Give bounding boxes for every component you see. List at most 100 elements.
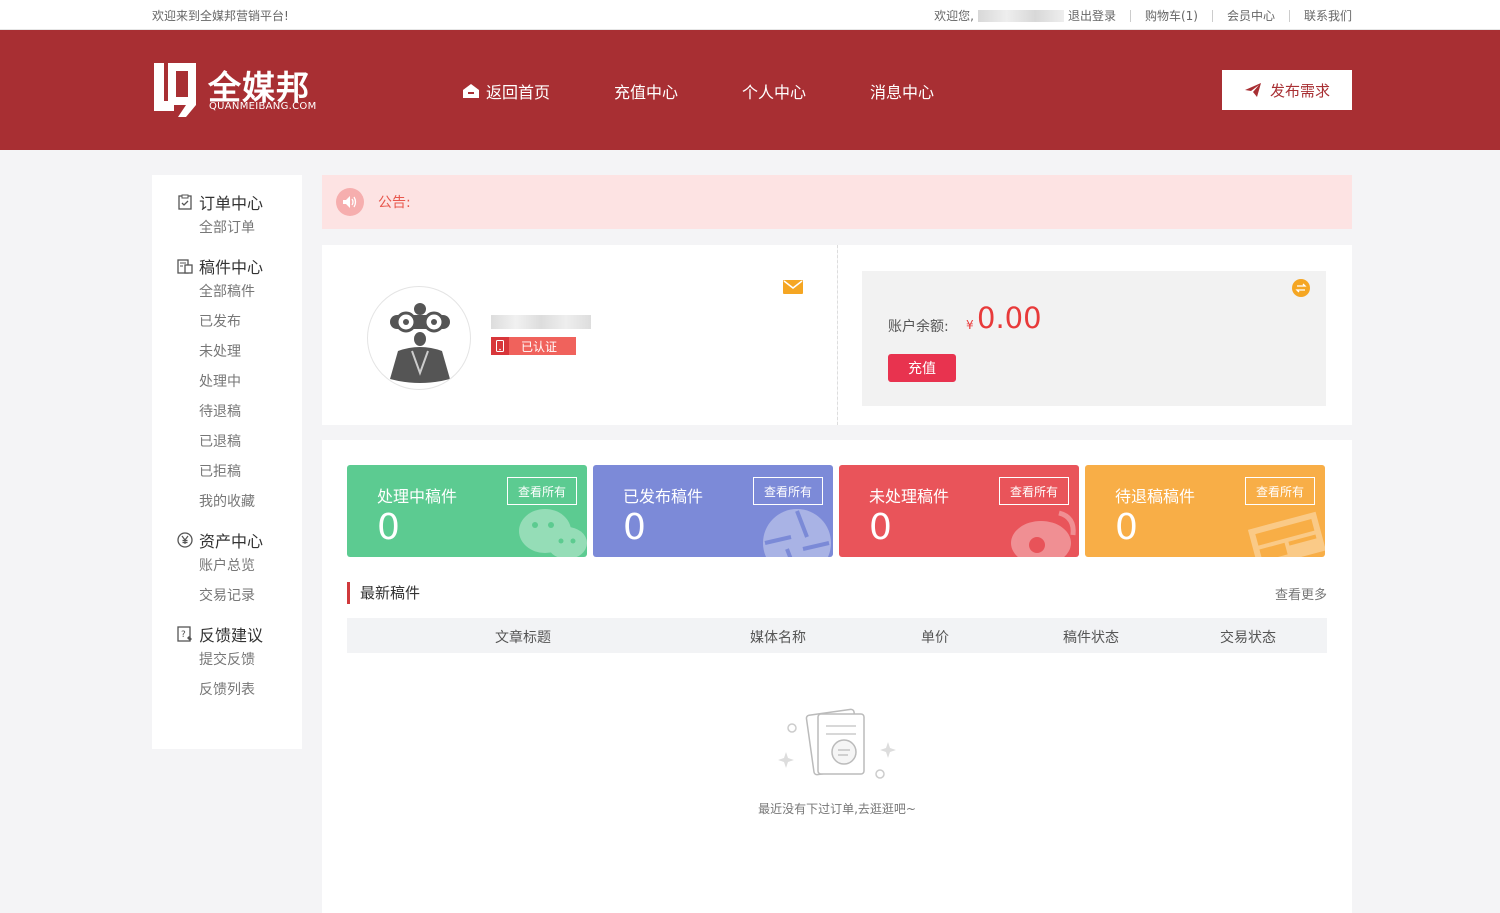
feedback-icon: ? bbox=[177, 626, 192, 642]
balance-card: 账户余额: ¥ 0.00 充值 bbox=[838, 245, 1352, 425]
home-icon bbox=[463, 84, 479, 98]
cart-link[interactable]: 购物车(1) bbox=[1145, 7, 1198, 24]
sidebar-item-published[interactable]: 已发布 bbox=[152, 307, 302, 337]
logo-mark-icon bbox=[154, 63, 196, 117]
nav-label: 返回首页 bbox=[486, 83, 551, 102]
weibo-icon bbox=[1011, 510, 1076, 557]
column-header: 稿件状态 bbox=[1063, 630, 1119, 646]
sidebar-group-label: 反馈建议 bbox=[199, 626, 264, 645]
main-header: 全媒邦 QUANMEIBANG.COM 返回首页 充值中心 个人中心 消息中心 … bbox=[0, 30, 1500, 150]
logo[interactable]: 全媒邦 QUANMEIBANG.COM bbox=[152, 61, 322, 121]
sidebar-item-rejected[interactable]: 已拒稿 bbox=[152, 457, 302, 487]
table-header: 文章标题 媒体名称 单价 稿件状态 交易状态 bbox=[347, 618, 1327, 653]
contact-link[interactable]: 联系我们 bbox=[1304, 7, 1352, 24]
stat-title: 未处理稿件 bbox=[869, 487, 950, 506]
empty-state-text: 最近没有下过订单,去逛逛吧~ bbox=[758, 802, 916, 816]
sidebar-item-feedback-list[interactable]: 反馈列表 bbox=[152, 675, 302, 705]
document-icon bbox=[177, 259, 193, 274]
sidebar-group-title: ? 反馈建议 bbox=[152, 623, 302, 645]
currency-symbol: ¥ bbox=[966, 318, 974, 332]
publish-request-button[interactable]: 发布需求 bbox=[1222, 70, 1352, 110]
view-more-link[interactable]: 查看更多 bbox=[1275, 584, 1327, 603]
wechat-icon bbox=[519, 509, 587, 557]
view-all-button[interactable]: 查看所有 bbox=[752, 477, 823, 505]
sidebar-item-account-overview[interactable]: 账户总览 bbox=[152, 551, 302, 581]
balance-label: 账户余额: bbox=[888, 319, 949, 335]
member-center-link[interactable]: 会员中心 bbox=[1227, 7, 1275, 24]
sidebar-group-label: 稿件中心 bbox=[199, 258, 264, 277]
nav-messages[interactable]: 消息中心 bbox=[870, 79, 934, 103]
view-all-button[interactable]: 查看所有 bbox=[506, 477, 577, 505]
announcement-bar: 公告: bbox=[322, 175, 1352, 229]
sidebar-group-title: 订单中心 bbox=[152, 191, 302, 213]
exchange-icon[interactable] bbox=[1292, 279, 1310, 297]
column-header: 文章标题 bbox=[495, 630, 551, 646]
sidebar-item-processing[interactable]: 处理中 bbox=[152, 367, 302, 397]
nav-home[interactable]: 返回首页 bbox=[462, 79, 550, 103]
svg-text:?: ? bbox=[181, 630, 186, 640]
sidebar-item-returned[interactable]: 已退稿 bbox=[152, 427, 302, 457]
divider bbox=[1211, 9, 1213, 22]
nav-label: 充值中心 bbox=[614, 83, 679, 102]
avatar[interactable] bbox=[367, 286, 471, 390]
nav-personal[interactable]: 个人中心 bbox=[742, 79, 806, 103]
sidebar-group-orders: 订单中心 全部订单 bbox=[152, 191, 302, 243]
avatar-image bbox=[390, 303, 450, 383]
news-icon bbox=[1247, 511, 1325, 557]
sidebar-group-title: 稿件中心 bbox=[152, 255, 302, 277]
sidebar-item-favorites[interactable]: 我的收藏 bbox=[152, 487, 302, 517]
sidebar-item-pending-return[interactable]: 待退稿 bbox=[152, 397, 302, 427]
sidebar: 订单中心 全部订单 稿件中心 全部稿件 已发布 未处理 处理中 待退稿 已退稿 … bbox=[152, 175, 302, 749]
sidebar-item-transactions[interactable]: 交易记录 bbox=[152, 581, 302, 611]
stat-card-published: 已发布稿件 0 查看所有 bbox=[593, 465, 833, 557]
sidebar-group-assets: 资产中心 账户总览 交易记录 bbox=[152, 529, 302, 611]
stat-title: 处理中稿件 bbox=[377, 487, 458, 506]
greeting-text: 欢迎您, bbox=[934, 9, 974, 23]
welcome-text: 欢迎来到全媒邦营销平台! bbox=[152, 9, 289, 23]
view-all-button[interactable]: 查看所有 bbox=[998, 477, 1069, 505]
empty-documents-icon bbox=[778, 708, 896, 779]
stat-card-processing: 处理中稿件 0 查看所有 bbox=[347, 465, 587, 557]
column-header: 单价 bbox=[921, 630, 949, 646]
publish-label: 发布需求 bbox=[1269, 81, 1330, 100]
main-panel: 处理中稿件 0 查看所有 已发布稿件 0 查看所有 未处理稿件 0 查看所有 待… bbox=[322, 440, 1352, 913]
top-bar: 欢迎来到全媒邦营销平台! 欢迎您, 退出登录 购物车(1) 会员中心 联系我们 bbox=[0, 0, 1500, 30]
main-nav: 返回首页 充值中心 个人中心 消息中心 bbox=[462, 79, 998, 103]
divider bbox=[1288, 9, 1290, 22]
verified-label: 已认证 bbox=[521, 339, 558, 354]
logout-link[interactable]: 退出登录 bbox=[1068, 7, 1116, 24]
speaker-icon bbox=[336, 188, 364, 216]
profile-card: 已认证 bbox=[322, 245, 837, 425]
stat-card-pending-return: 待退稿稿件 0 查看所有 bbox=[1085, 465, 1325, 557]
column-header: 交易状态 bbox=[1220, 630, 1276, 646]
yen-icon bbox=[177, 532, 193, 548]
sidebar-group-feedback: ? 反馈建议 提交反馈 反馈列表 bbox=[152, 623, 302, 705]
logo-domain: QUANMEIBANG.COM bbox=[209, 101, 317, 112]
stat-title: 待退稿稿件 bbox=[1115, 487, 1196, 506]
balance-panel: 账户余额: ¥ 0.00 充值 bbox=[862, 271, 1326, 406]
view-all-button[interactable]: 查看所有 bbox=[1244, 477, 1315, 505]
sidebar-group-label: 资产中心 bbox=[199, 532, 264, 551]
verified-badge: 已认证 bbox=[491, 337, 576, 355]
sidebar-group-label: 订单中心 bbox=[199, 194, 264, 213]
mail-icon[interactable] bbox=[783, 280, 803, 294]
recharge-button[interactable]: 充值 bbox=[888, 354, 956, 382]
column-header: 媒体名称 bbox=[750, 630, 806, 646]
divider bbox=[1129, 9, 1131, 22]
nav-recharge[interactable]: 充值中心 bbox=[614, 79, 678, 103]
sidebar-item-submit-feedback[interactable]: 提交反馈 bbox=[152, 645, 302, 675]
latest-manuscripts-title: 最新稿件 bbox=[347, 582, 420, 604]
sidebar-item-all-manuscripts[interactable]: 全部稿件 bbox=[152, 277, 302, 307]
sidebar-item-all-orders[interactable]: 全部订单 bbox=[152, 213, 302, 243]
top-links: 欢迎您, 退出登录 购物车(1) 会员中心 联系我们 bbox=[934, 7, 1352, 24]
stat-value: 0 bbox=[869, 507, 892, 548]
stat-title: 已发布稿件 bbox=[623, 487, 704, 506]
paper-plane-icon bbox=[1244, 83, 1261, 97]
nav-label: 个人中心 bbox=[742, 83, 807, 102]
username-blurred bbox=[491, 315, 591, 329]
balance-amount: 0.00 bbox=[977, 301, 1042, 335]
stat-value: 0 bbox=[1115, 507, 1138, 548]
sidebar-item-unprocessed[interactable]: 未处理 bbox=[152, 337, 302, 367]
sidebar-group-title: 资产中心 bbox=[152, 529, 302, 551]
stat-card-unprocessed: 未处理稿件 0 查看所有 bbox=[839, 465, 1079, 557]
